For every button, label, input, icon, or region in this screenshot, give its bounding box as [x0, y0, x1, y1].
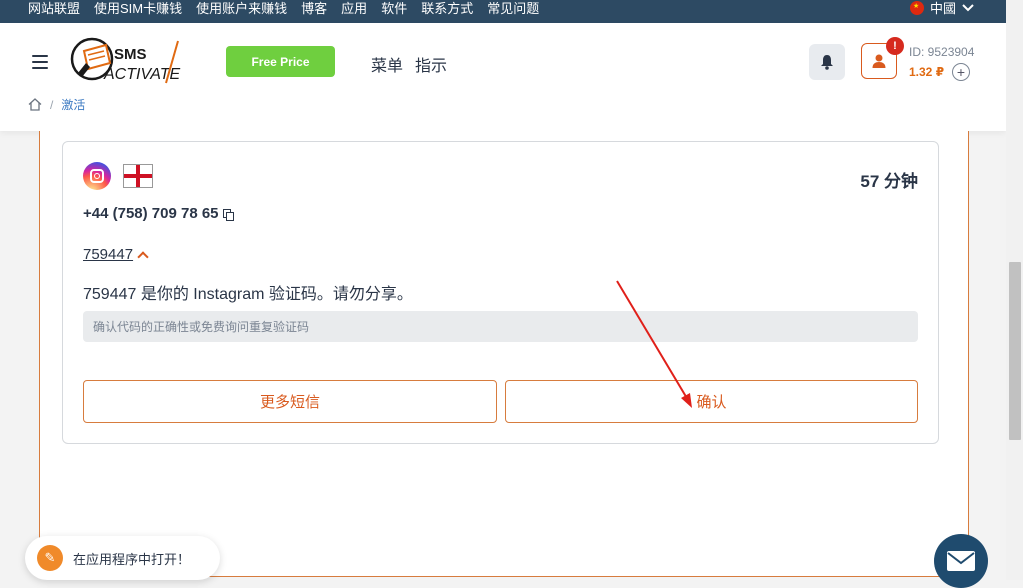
instagram-icon: [83, 162, 111, 190]
menu-link[interactable]: 菜单: [371, 52, 403, 76]
england-flag-icon: [123, 164, 153, 188]
app-logo-icon: ✎: [37, 545, 63, 571]
top-bar: 网站联盟 使用SIM卡赚钱 使用账户来赚钱 博客 应用 软件 联系方式 常见问题…: [0, 0, 1006, 23]
user-icon: [872, 54, 886, 68]
bell-icon: [821, 55, 833, 70]
chevron-down-icon: [962, 3, 974, 11]
language-selector[interactable]: 中國: [909, 0, 974, 17]
top-nav-link-faq[interactable]: 常见问题: [487, 0, 539, 17]
activation-card: 57 分钟 +44 (758) 709 78 65 759447 759447 …: [62, 141, 939, 444]
site-header: SMS ACTIVATE Free Price 菜单 指示 ! ID: 9523…: [0, 23, 1006, 131]
sms-code: 759447: [83, 246, 134, 263]
free-price-button[interactable]: Free Price: [226, 46, 335, 77]
more-sms-button[interactable]: 更多短信: [83, 380, 497, 423]
top-nav-link-account-earn[interactable]: 使用账户来赚钱: [196, 0, 287, 17]
china-flag-icon: [909, 0, 924, 15]
logo-text-top: SMS: [114, 46, 147, 63]
copy-icon[interactable]: [222, 208, 234, 221]
account-id: ID: 9523904: [909, 45, 975, 59]
phone-number-text: +44 (758) 709 78 65: [83, 205, 219, 222]
top-nav-link-contacts[interactable]: 联系方式: [421, 0, 473, 17]
scrollbar-thumb[interactable]: [1009, 262, 1021, 440]
language-label: 中國: [929, 1, 956, 16]
top-nav-link-software[interactable]: 软件: [381, 0, 407, 17]
top-nav: 网站联盟 使用SIM卡赚钱 使用账户来赚钱 博客 应用 软件 联系方式 常见问题: [28, 0, 539, 17]
guide-link[interactable]: 指示: [415, 52, 447, 76]
open-in-app-label: 在应用程序中打开！: [73, 551, 191, 567]
add-funds-button[interactable]: +: [952, 63, 970, 81]
notifications-button[interactable]: [809, 44, 845, 80]
open-in-app-button[interactable]: ✎ 在应用程序中打开！: [25, 536, 220, 580]
phone-number: +44 (758) 709 78 65: [83, 205, 234, 222]
balance: 1.32 ₽: [909, 65, 945, 79]
breadcrumb-current[interactable]: 激活: [61, 96, 85, 113]
sms-message: 759447 是你的 Instagram 验证码。请勿分享。: [83, 286, 413, 303]
breadcrumb-separator: /: [50, 97, 54, 112]
activation-timer: 57 分钟: [860, 172, 918, 191]
logo[interactable]: SMS ACTIVATE: [70, 33, 205, 88]
confirm-button[interactable]: 确认: [505, 380, 918, 423]
top-nav-link-blog[interactable]: 博客: [301, 0, 327, 17]
chevron-up-icon: [137, 250, 149, 263]
top-nav-link-sim-earn[interactable]: 使用SIM卡赚钱: [94, 0, 182, 17]
breadcrumb: / 激活: [28, 96, 85, 113]
notification-badge: !: [886, 37, 904, 55]
top-nav-link-apps[interactable]: 应用: [341, 0, 367, 17]
sms-code-toggle[interactable]: 759447: [83, 246, 149, 263]
top-nav-link-affiliate[interactable]: 网站联盟: [28, 0, 80, 17]
menu-icon[interactable]: [32, 55, 48, 69]
code-hint: 确认代码的正确性或免费询问重复验证码: [83, 311, 918, 342]
home-icon[interactable]: [28, 98, 42, 111]
mail-icon: [947, 551, 975, 571]
